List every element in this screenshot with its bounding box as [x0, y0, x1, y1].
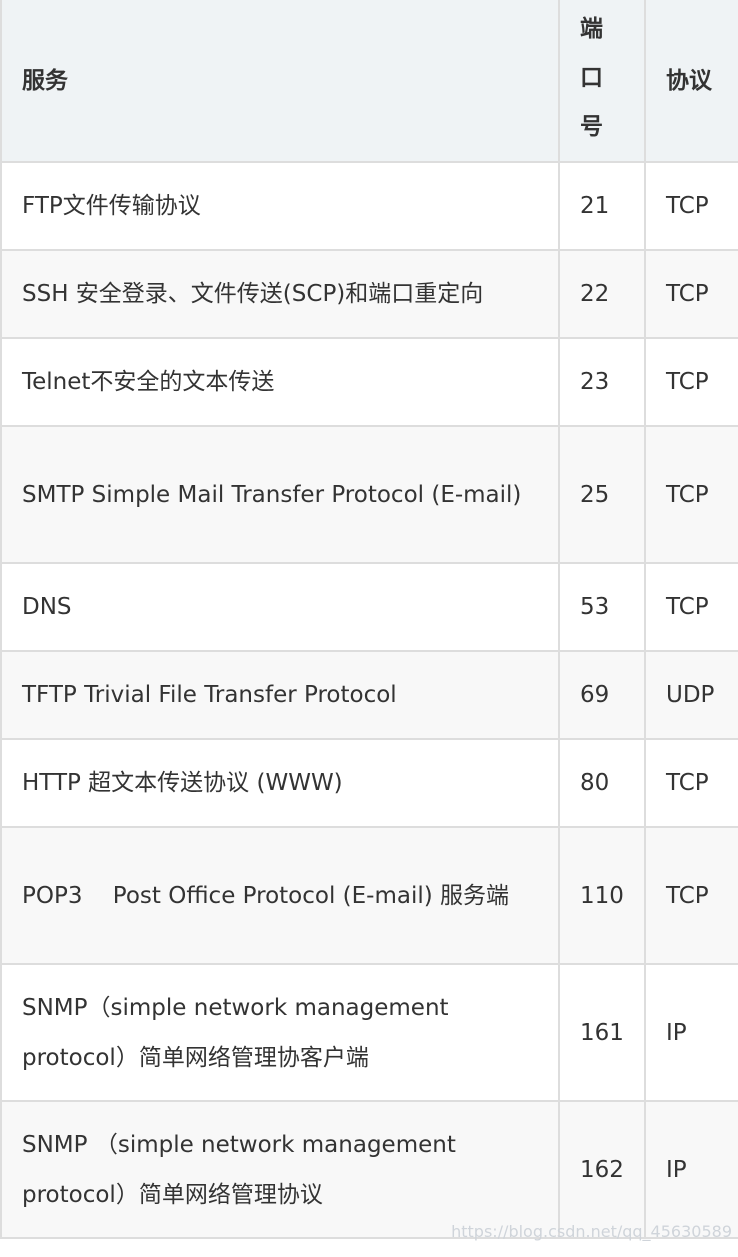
cell-service: FTP文件传输协议	[0, 161, 560, 251]
cell-port: 23	[558, 337, 646, 427]
cell-service: SSH 安全登录、文件传送(SCP)和端口重定向	[0, 249, 560, 339]
port-table: 服务 端 口 号 协议 FTP文件传输协议 21 TCP SSH 安全登录、文件传送(…	[0, 0, 738, 1239]
watermark: https://blog.csdn.net/qq_45630589	[451, 1222, 732, 1241]
table-row: SMTP Simple Mail Transfer Protocol (E-ma…	[0, 425, 738, 564]
cell-port: 25	[558, 425, 646, 564]
cell-protocol: TCP	[644, 249, 738, 339]
table-row: FTP文件传输协议 21 TCP	[0, 161, 738, 251]
cell-protocol: TCP	[644, 161, 738, 251]
header-port-char: 口	[580, 64, 603, 91]
table-row: HTTP 超文本传送协议 (WWW) 80 TCP	[0, 738, 738, 828]
header-port-char: 端	[580, 15, 603, 42]
cell-protocol: TCP	[644, 425, 738, 564]
cell-port: 162	[558, 1100, 646, 1239]
cell-service: SNMP （simple network management protocol…	[0, 1100, 560, 1239]
cell-service: SMTP Simple Mail Transfer Protocol (E-ma…	[0, 425, 560, 564]
cell-port: 110	[558, 826, 646, 965]
cell-port: 22	[558, 249, 646, 339]
cell-protocol: TCP	[644, 337, 738, 427]
cell-service: TFTP Trivial File Transfer Protocol	[0, 650, 560, 740]
cell-port: 69	[558, 650, 646, 740]
cell-protocol: TCP	[644, 826, 738, 965]
table-row: DNS 53 TCP	[0, 562, 738, 652]
table-row: POP3 Post Office Protocol (E-mail) 服务端 11…	[0, 826, 738, 965]
cell-service: HTTP 超文本传送协议 (WWW)	[0, 738, 560, 828]
cell-protocol: IP	[644, 963, 738, 1102]
cell-protocol: TCP	[644, 562, 738, 652]
cell-protocol: TCP	[644, 738, 738, 828]
cell-service: SNMP（simple network management protocol）…	[0, 963, 560, 1102]
header-port-char: 号	[580, 113, 603, 140]
header-service: 服务	[0, 0, 560, 163]
cell-service: Telnet不安全的文本传送	[0, 337, 560, 427]
cell-port: 80	[558, 738, 646, 828]
table-row: TFTP Trivial File Transfer Protocol 69 UDP	[0, 650, 738, 740]
cell-port: 21	[558, 161, 646, 251]
table-row: SSH 安全登录、文件传送(SCP)和端口重定向 22 TCP	[0, 249, 738, 339]
cell-protocol: IP	[644, 1100, 738, 1239]
cell-port: 53	[558, 562, 646, 652]
header-row: 服务 端 口 号 协议	[0, 0, 738, 163]
table-row: Telnet不安全的文本传送 23 TCP	[0, 337, 738, 427]
header-protocol: 协议	[644, 0, 738, 163]
cell-port: 161	[558, 963, 646, 1102]
table-row: SNMP（simple network management protocol）…	[0, 963, 738, 1102]
table-row: SNMP （simple network management protocol…	[0, 1100, 738, 1239]
cell-service: DNS	[0, 562, 560, 652]
cell-service: POP3 Post Office Protocol (E-mail) 服务端	[0, 826, 560, 965]
header-port: 端 口 号	[558, 0, 646, 163]
cell-protocol: UDP	[644, 650, 738, 740]
